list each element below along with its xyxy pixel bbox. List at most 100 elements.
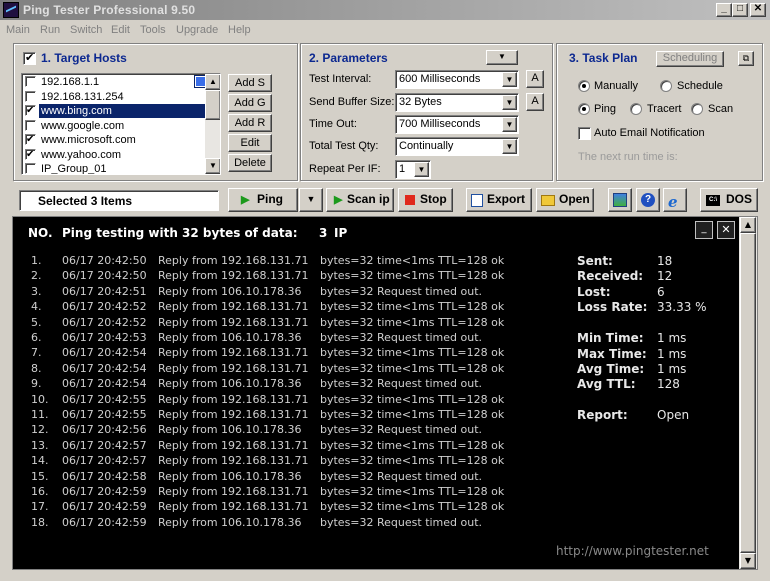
host-row[interactable]: www.yahoo.com <box>24 148 206 162</box>
host-row[interactable]: www.microsoft.com <box>24 133 206 147</box>
add-group-button[interactable]: Add G <box>228 94 272 112</box>
dos-label: DOS <box>726 192 753 206</box>
console-minimize-button[interactable]: _ <box>695 221 713 239</box>
host-checkbox[interactable] <box>25 90 36 102</box>
menu-tools[interactable]: Tools <box>140 24 166 36</box>
log-timestamp: 06/17 20:42:59 <box>62 485 147 498</box>
help-button[interactable]: ? <box>636 188 660 212</box>
edit-host-button[interactable]: Edit <box>228 134 272 152</box>
param-label: Total Test Qty: <box>309 140 379 152</box>
ping-button[interactable]: ▶ Ping <box>228 188 298 212</box>
delete-host-button[interactable]: Delete <box>228 154 272 172</box>
export-label: Export <box>487 192 526 206</box>
console-scroll-up[interactable]: ▲ <box>740 217 756 233</box>
log-index: 4. <box>31 300 42 314</box>
host-name: www.google.com <box>41 119 125 132</box>
screenshot-button[interactable] <box>608 188 632 212</box>
log-reply-from: Reply from 192.168.131.71 <box>158 438 309 452</box>
console-scroll-thumb[interactable] <box>740 233 756 553</box>
chevron-down-icon[interactable]: ▼ <box>502 95 517 110</box>
log-result: bytes=32 time<1ms TTL=128 ok <box>320 500 505 514</box>
chevron-down-icon[interactable]: ▼ <box>502 72 517 87</box>
schedule-radio[interactable] <box>660 80 672 92</box>
param-combo[interactable]: 700 Milliseconds ▼ <box>395 115 519 134</box>
host-list[interactable]: 192.168.1.1192.168.131.254www.bing.comww… <box>21 73 221 175</box>
dos-button[interactable]: C:\ DOS <box>700 188 758 212</box>
host-checkbox[interactable] <box>25 76 36 87</box>
app-icon[interactable] <box>3 2 19 18</box>
website-url[interactable]: http://www.pingtester.net <box>556 544 709 558</box>
scan-radio[interactable] <box>691 103 703 115</box>
stat-value[interactable]: Open <box>657 408 689 422</box>
menu-edit[interactable]: Edit <box>111 24 130 36</box>
ping-dropdown-button[interactable]: ▼ <box>299 188 323 212</box>
scroll-down-button[interactable]: ▼ <box>205 158 220 174</box>
host-row[interactable]: IP_Group_01 <box>24 162 206 174</box>
param-combo[interactable]: 1 ▼ <box>395 160 431 179</box>
host-row[interactable]: 192.168.131.254 <box>24 90 206 104</box>
stat-key: Lost: <box>577 285 611 299</box>
selected-items-text: Selected 3 Items <box>38 194 133 208</box>
scroll-up-button[interactable]: ▲ <box>205 74 220 90</box>
host-row[interactable]: www.bing.com <box>24 104 207 118</box>
add-range-button[interactable]: Add R <box>228 114 272 132</box>
host-checkbox[interactable] <box>25 133 36 147</box>
ping-header-ip: IP <box>334 226 348 240</box>
log-result: bytes=32 time<1ms TTL=128 ok <box>320 269 505 283</box>
menu-switch[interactable]: Switch <box>70 24 102 36</box>
host-checkbox[interactable] <box>25 148 36 162</box>
minimize-button[interactable]: _ <box>716 3 732 17</box>
param-a-button[interactable]: A <box>526 70 544 88</box>
log-row: 2. 06/17 20:42:50 Reply from 192.168.131.7… <box>13 269 573 284</box>
close-button[interactable]: ✕ <box>750 3 766 17</box>
host-checkbox[interactable] <box>25 119 36 131</box>
chevron-down-icon[interactable]: ▼ <box>414 162 429 177</box>
param-combo[interactable]: 32 Bytes ▼ <box>395 93 519 112</box>
console-scroll-down[interactable]: ▼ <box>740 553 756 569</box>
export-button[interactable]: Export <box>466 188 532 212</box>
menu-main[interactable]: Main <box>6 24 30 36</box>
chevron-down-icon[interactable]: ▼ <box>502 139 517 154</box>
menu-help[interactable]: Help <box>228 24 251 36</box>
ping-radio[interactable] <box>578 103 590 115</box>
param-combo[interactable]: Continually ▼ <box>395 137 519 156</box>
restore-icon[interactable]: ⧉ <box>738 51 754 66</box>
menu-run[interactable]: Run <box>40 24 60 36</box>
manually-radio[interactable] <box>578 80 590 92</box>
host-checkbox[interactable] <box>25 104 36 118</box>
open-button[interactable]: Open <box>536 188 594 212</box>
browser-button[interactable]: e <box>663 188 687 212</box>
log-result: bytes=32 time<1ms TTL=128 ok <box>320 438 505 452</box>
host-name: www.bing.com <box>39 104 207 118</box>
stop-button[interactable]: Stop <box>398 188 453 212</box>
host-row[interactable]: www.google.com <box>24 119 206 133</box>
open-label: Open <box>559 192 590 206</box>
chevron-down-icon[interactable]: ▼ <box>502 117 517 132</box>
scroll-thumb[interactable] <box>205 90 220 120</box>
console-close-button[interactable]: ✕ <box>717 221 735 239</box>
log-row: 4. 06/17 20:42:52 Reply from 192.168.131.7… <box>13 300 573 315</box>
parameters-dropdown-button[interactable]: ▼ <box>486 50 518 65</box>
param-combo[interactable]: 600 Milliseconds ▼ <box>395 70 519 89</box>
log-index: 16. <box>31 485 49 498</box>
scheduling-button[interactable]: Scheduling <box>656 51 724 67</box>
log-reply-from: Reply from 106.10.178.36 <box>158 331 302 344</box>
tracert-radio[interactable] <box>630 103 642 115</box>
console-scrollbar[interactable]: ▲ ▼ <box>739 217 757 569</box>
scan-ip-button[interactable]: ▶ Scan ip <box>326 188 394 212</box>
host-checkbox[interactable] <box>25 163 36 174</box>
picture-icon <box>613 193 627 207</box>
stat-key: Avg TTL: <box>577 377 636 391</box>
add-single-button[interactable]: Add S <box>228 74 272 92</box>
menu-upgrade[interactable]: Upgrade <box>176 24 218 36</box>
host-list-scrollbar[interactable]: ▲ ▼ <box>205 74 220 174</box>
maximize-button[interactable]: □ <box>732 3 748 17</box>
title-bar[interactable]: Ping Tester Professional 9.50 _ □ ✕ <box>0 0 770 20</box>
ping-output-console[interactable]: NO. Ping testing with 32 bytes of data: … <box>12 216 758 570</box>
auto-email-checkbox[interactable] <box>578 127 591 140</box>
target-hosts-checkbox[interactable] <box>23 51 36 65</box>
log-timestamp: 06/17 20:42:55 <box>62 408 147 421</box>
param-label: Test Interval: <box>309 73 372 85</box>
param-a-button[interactable]: A <box>526 93 544 111</box>
host-row[interactable]: 192.168.1.1 <box>24 75 206 89</box>
